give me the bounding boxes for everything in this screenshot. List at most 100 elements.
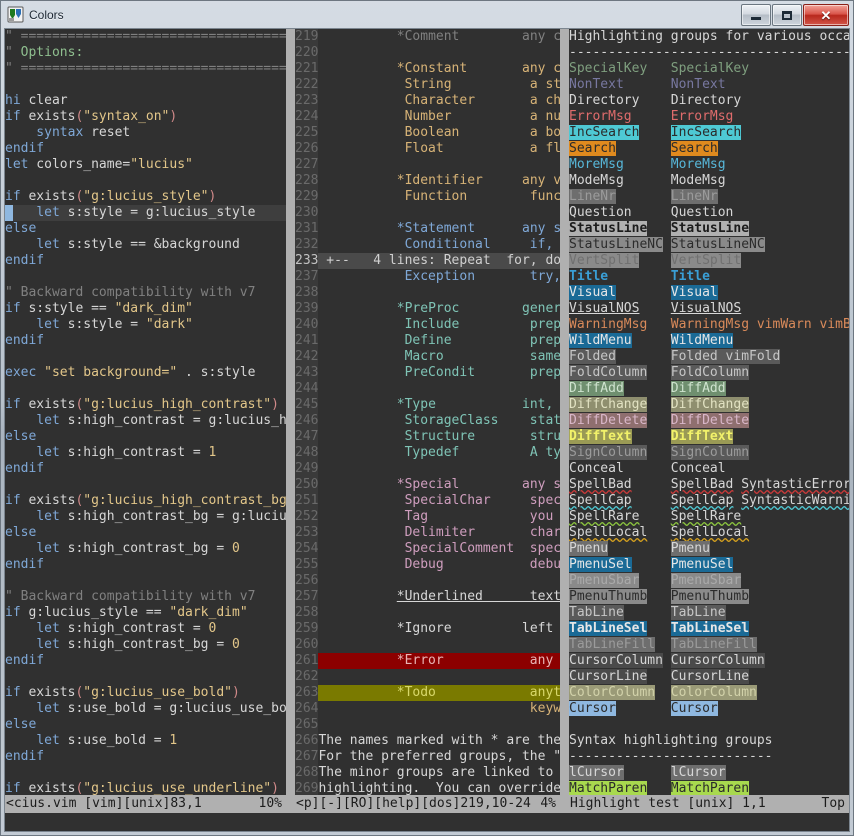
highlight-group-line[interactable]: --------------------------------------> (569, 45, 849, 61)
highlight-group-line[interactable]: StatusLineNC StatusLineNC (569, 237, 849, 253)
help-line[interactable]: 250 *Special any speci> (295, 477, 560, 493)
help-line[interactable]: 241 Define preproces> (295, 333, 560, 349)
help-line[interactable]: 230 (295, 205, 560, 221)
code-line[interactable]: endif (5, 461, 286, 477)
help-line[interactable]: 222 String a string > (295, 77, 560, 93)
highlight-group-line[interactable]: Visual Visual (569, 285, 849, 301)
editor-pane-help-syntax[interactable]: 219 *Comment any comme>220 221 *Constant… (295, 29, 560, 813)
help-line[interactable]: 228 *Identifier any varia> (295, 173, 560, 189)
help-line[interactable]: 243 PreCondit preproces> (295, 365, 560, 381)
highlight-group-line[interactable]: StatusLine StatusLine (569, 221, 849, 237)
help-line[interactable]: 269highlighting. You can override t> (295, 781, 560, 795)
code-line[interactable]: let s:style = "dark" (5, 317, 286, 333)
code-line[interactable]: let s:high_contrast = g:lucius_hig> (5, 413, 286, 429)
highlight-group-line[interactable]: TabLine TabLine (569, 605, 849, 621)
highlight-group-line[interactable]: IncSearch IncSearch (569, 125, 849, 141)
code-line[interactable]: if exists("g:lucius_high_contrast_bg") (5, 493, 286, 509)
help-line[interactable]: 262 (295, 669, 560, 685)
highlight-group-line[interactable]: NonText NonText (569, 77, 849, 93)
code-line[interactable]: let s:high_contrast = 1 (5, 445, 286, 461)
vertical-split-1[interactable] (286, 29, 295, 813)
code-line[interactable]: endif (5, 749, 286, 765)
highlight-group-line[interactable]: WildMenu WildMenu (569, 333, 849, 349)
help-line[interactable]: 242 Macro same as D> (295, 349, 560, 365)
code-line[interactable]: " ======================================… (5, 61, 286, 77)
highlight-group-line[interactable]: DiffChange DiffChange (569, 397, 849, 413)
code-line[interactable] (5, 269, 286, 285)
highlight-group-line[interactable]: TabLineFill TabLineFill (569, 637, 849, 653)
help-line[interactable]: 257 *Underlined text that> (295, 589, 560, 605)
help-line[interactable]: 240 Include preproces> (295, 317, 560, 333)
highlight-group-line[interactable]: Question Question (569, 205, 849, 221)
help-line[interactable]: 238 (295, 285, 560, 301)
highlight-group-line[interactable]: Search Search (569, 141, 849, 157)
title-bar[interactable]: Colors ✕ (1, 1, 853, 28)
code-line[interactable]: let s:use_bold = 1 (5, 733, 286, 749)
code-line[interactable]: " Options: (5, 45, 286, 61)
code-line[interactable] (5, 669, 286, 685)
help-line[interactable]: 225 Boolean a boolean> (295, 125, 560, 141)
help-line[interactable]: 263 *Todo anything > (295, 685, 560, 701)
highlight-group-line[interactable]: Syntax highlighting groups (569, 733, 849, 749)
help-line[interactable]: 245 *Type int, long> (295, 397, 560, 413)
minimize-button[interactable] (741, 4, 771, 26)
highlight-group-line[interactable]: DiffDelete DiffDelete (569, 413, 849, 429)
highlight-group-line[interactable]: ColorColumn ColorColumn (569, 685, 849, 701)
highlight-group-line[interactable]: Directory Directory (569, 93, 849, 109)
code-line[interactable]: else (5, 525, 286, 541)
highlight-group-line[interactable]: PmenuSel PmenuSel (569, 557, 849, 573)
help-line[interactable]: 255 Debug debugging> (295, 557, 560, 573)
help-line[interactable]: 249 (295, 461, 560, 477)
highlight-group-line[interactable]: Title Title (569, 269, 849, 285)
highlight-group-line[interactable]: LineNr LineNr (569, 189, 849, 205)
help-line[interactable]: 261 *Error any erron> (295, 653, 560, 669)
help-line[interactable]: 248 Typedef A typedef (295, 445, 560, 461)
highlight-group-line[interactable]: MatchParen MatchParen (569, 781, 849, 795)
highlight-group-line[interactable]: DiffAdd DiffAdd (569, 381, 849, 397)
help-line[interactable]: 223 Character a charact> (295, 93, 560, 109)
maximize-button[interactable] (772, 4, 802, 26)
highlight-group-line[interactable]: DiffText DiffText (569, 429, 849, 445)
vertical-split-2[interactable] (560, 29, 569, 813)
code-line[interactable]: endif (5, 253, 286, 269)
code-line[interactable]: " Backward compatibility with v7 (5, 589, 286, 605)
help-line[interactable]: 260 (295, 637, 560, 653)
code-line[interactable]: let s:high_contrast_bg = 0 (5, 541, 286, 557)
help-line[interactable]: 232 Conditional if, then,> (295, 237, 560, 253)
highlight-group-line[interactable]: VisualNOS VisualNOS (569, 301, 849, 317)
code-line[interactable]: " ======================================… (5, 29, 286, 45)
help-line[interactable]: 237 Exception try, catc> (295, 269, 560, 285)
highlight-group-line[interactable]: PmenuThumb PmenuThumb (569, 589, 849, 605)
highlight-group-line[interactable]: lCursor lCursor (569, 765, 849, 781)
help-line[interactable]: 244 (295, 381, 560, 397)
help-line[interactable]: 264 keywords > (295, 701, 560, 717)
help-line[interactable]: 231 *Statement any state> (295, 221, 560, 237)
code-line[interactable] (5, 573, 286, 589)
code-line[interactable]: else (5, 429, 286, 445)
editor-pane-highlight-test[interactable]: Highlighting groups for various occasio>… (569, 29, 849, 813)
highlight-group-line[interactable]: Pmenu Pmenu (569, 541, 849, 557)
highlight-group-line[interactable]: CursorColumn CursorColumn (569, 653, 849, 669)
help-line[interactable]: 239 *PreProc generic P> (295, 301, 560, 317)
highlight-group-line[interactable]: Folded Folded vimFold (569, 349, 849, 365)
code-line[interactable] (5, 349, 286, 365)
editor-text-mid[interactable]: 219 *Comment any comme>220 221 *Constant… (295, 29, 560, 795)
help-line[interactable]: 251 SpecialChar special c> (295, 493, 560, 509)
highlight-group-line[interactable]: SpecialKey SpecialKey (569, 61, 849, 77)
code-line[interactable]: let s:high_contrast_bg = 0 (5, 637, 286, 653)
highlight-group-line[interactable]: SpellCap SpellCap SyntasticWarni> (569, 493, 849, 509)
code-line[interactable]: let s:high_contrast_bg = g:lucius_> (5, 509, 286, 525)
code-line[interactable]: hi clear (5, 93, 286, 109)
help-line[interactable]: 256 (295, 573, 560, 589)
editor-text-left[interactable]: " ======================================… (5, 29, 286, 795)
code-line[interactable] (5, 765, 286, 781)
highlight-group-line[interactable]: TabLineSel TabLineSel (569, 621, 849, 637)
code-line[interactable] (5, 173, 286, 189)
help-line[interactable]: 247 Structure struct, u> (295, 429, 560, 445)
help-line[interactable]: 246 StorageClass static, r> (295, 413, 560, 429)
highlight-group-line[interactable]: Conceal Conceal (569, 461, 849, 477)
highlight-group-line[interactable]: PmenuSbar PmenuSbar (569, 573, 849, 589)
highlight-group-line[interactable]: SignColumn SignColumn (569, 445, 849, 461)
code-line[interactable]: let colors_name="lucius" (5, 157, 286, 173)
help-line[interactable]: 221 *Constant any const> (295, 61, 560, 77)
